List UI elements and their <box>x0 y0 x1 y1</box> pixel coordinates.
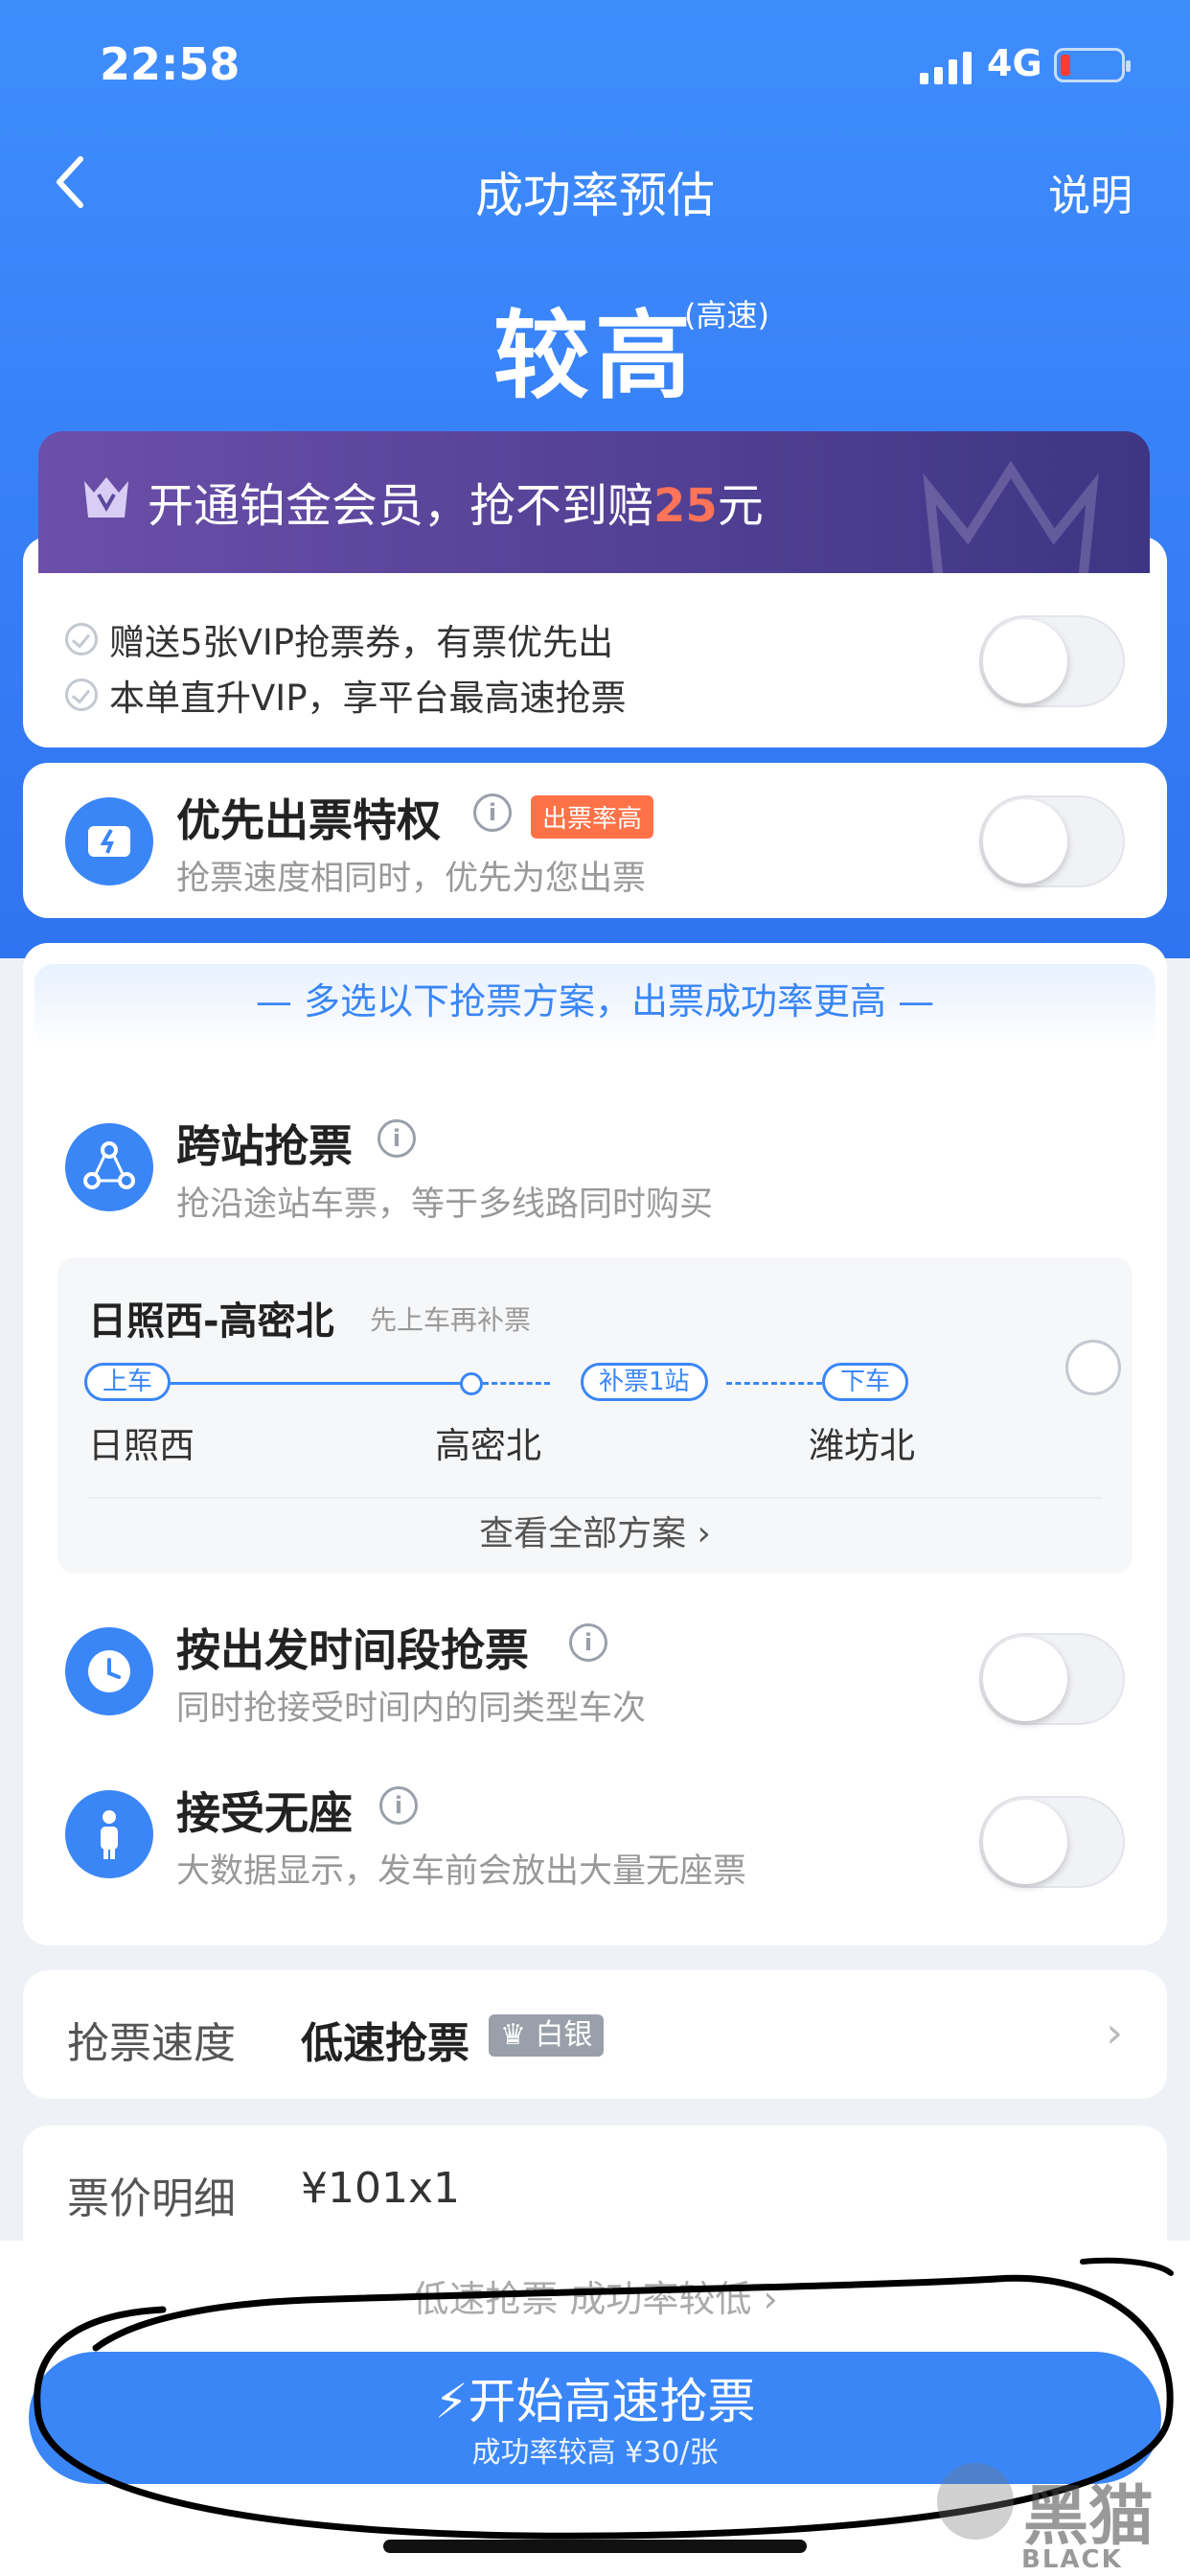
black-cat-watermark: 黑猫 BLACK CAT <box>929 2463 1188 2576</box>
info-icon[interactable]: i <box>379 1786 418 1825</box>
vip-benefit-2-text: 本单直升VIP，享平台最高速抢票 <box>109 678 627 719</box>
price-label: 票价明细 <box>67 2174 236 2223</box>
route-dash <box>483 1382 550 1385</box>
priority-tag: 出票率高 <box>531 795 654 839</box>
route-name: 日照西-高密北 <box>88 1300 334 1344</box>
nav-bar: 成功率预估 说明 <box>0 144 1190 230</box>
network-type: 4G <box>987 42 1042 84</box>
silver-badge: ♛ 白银 <box>489 2014 605 2057</box>
vip-benefit-2: 本单直升VIP，享平台最高速抢票 <box>65 669 627 721</box>
timeslot-subtitle: 同时抢接受时间内的同类型车次 <box>176 1690 647 1728</box>
station-start: 日照西 <box>88 1425 195 1466</box>
route-radio[interactable] <box>1065 1340 1121 1395</box>
check-icon <box>65 678 98 711</box>
info-icon[interactable]: i <box>473 794 512 832</box>
watermark-cn: 黑猫 <box>1023 2479 1155 2555</box>
watermark-en: BLACK CAT <box>1021 2545 1123 2576</box>
success-rate-level: 较高 <box>493 300 697 412</box>
vip-benefit-1-text: 赠送5张VIP抢票券，有票优先出 <box>109 622 614 663</box>
price-value: ¥101x1 <box>301 2164 461 2213</box>
page-title: 成功率预估 <box>475 168 715 223</box>
alight-pill: 下车 <box>822 1363 909 1401</box>
status-time: 22:58 <box>100 38 240 90</box>
noseat-subtitle: 大数据显示，发车前会放出大量无座票 <box>176 1852 747 1891</box>
divider <box>88 1497 1102 1499</box>
info-icon[interactable]: i <box>378 1119 416 1158</box>
timeslot-title: 按出发时间段抢票 <box>176 1624 529 1676</box>
route-hint: 先上车再补票 <box>370 1304 532 1336</box>
chevron-right-icon: › <box>1106 2009 1123 2058</box>
help-link[interactable]: 说明 <box>1048 161 1133 222</box>
plans-banner: — 多选以下抢票方案，出票成功率更高 — <box>34 964 1156 1050</box>
cross-station-title: 跨站抢票 <box>176 1120 353 1172</box>
supplement-pill: 补票1站 <box>581 1363 708 1401</box>
priority-title: 优先出票特权 <box>176 794 441 846</box>
station-mid: 高密北 <box>435 1425 541 1466</box>
start-grab-label: ⚡开始高速抢票 <box>434 2374 756 2429</box>
crown-watermark-icon <box>923 460 1099 573</box>
view-all-plans-link[interactable]: 查看全部方案 › <box>57 1508 1133 1560</box>
low-speed-link[interactable]: 低速抢票 成功率较低 › <box>0 2269 1190 2322</box>
route-dash <box>726 1382 822 1385</box>
route-option[interactable]: 日照西-高密北 先上车再补票 上车 补票1站 下车 日照西 高密北 潍坊北 查看… <box>57 1257 1133 1574</box>
plans-card: — 多选以下抢票方案，出票成功率更高 — 跨站抢票 i 抢沿途站车票，等于多线路… <box>23 943 1167 1945</box>
vip-toggle[interactable] <box>979 615 1125 707</box>
ticket-icon <box>65 797 153 886</box>
cat-logo-icon <box>937 2463 1014 2540</box>
speed-value: 低速抢票 <box>301 2019 469 2068</box>
vip-banner[interactable]: 开通铂金会员，抢不到赔25元 <box>38 431 1150 573</box>
priority-toggle[interactable] <box>979 795 1125 887</box>
crown-icon <box>84 477 128 518</box>
success-rate: 较高 (高速) <box>0 278 1190 417</box>
vip-banner-text: 开通铂金会员，抢不到赔25元 <box>148 479 764 533</box>
noseat-toggle[interactable] <box>979 1796 1125 1888</box>
lightning-icon: ⚡ <box>434 2374 469 2429</box>
speed-row[interactable]: 抢票速度 低速抢票 ♛ 白银 › <box>23 1970 1167 2099</box>
cross-station-icon <box>65 1123 153 1211</box>
signal-icon <box>920 50 972 84</box>
cross-station-subtitle: 抢沿途站车票，等于多线路同时购买 <box>176 1185 714 1224</box>
battery-icon <box>1054 48 1131 82</box>
clock-icon <box>65 1627 153 1715</box>
speed-label: 抢票速度 <box>67 2019 236 2068</box>
priority-subtitle: 抢票速度相同时，优先为您出票 <box>176 860 647 898</box>
person-icon <box>65 1790 153 1878</box>
route-stop-dot <box>460 1372 483 1395</box>
board-pill: 上车 <box>84 1363 172 1401</box>
noseat-title: 接受无座 <box>176 1787 353 1839</box>
status-bar: 22:58 4G <box>0 34 1190 102</box>
success-rate-mode: (高速) <box>684 297 769 334</box>
timeslot-toggle[interactable] <box>979 1633 1125 1725</box>
check-icon <box>65 623 98 656</box>
vip-benefit-1: 赠送5张VIP抢票券，有票优先出 <box>65 613 613 665</box>
home-indicator <box>383 2540 807 2553</box>
station-end: 潍坊北 <box>809 1425 915 1466</box>
priority-card: 优先出票特权 i 出票率高 抢票速度相同时，优先为您出票 <box>23 763 1167 918</box>
info-icon[interactable]: i <box>569 1623 607 1662</box>
